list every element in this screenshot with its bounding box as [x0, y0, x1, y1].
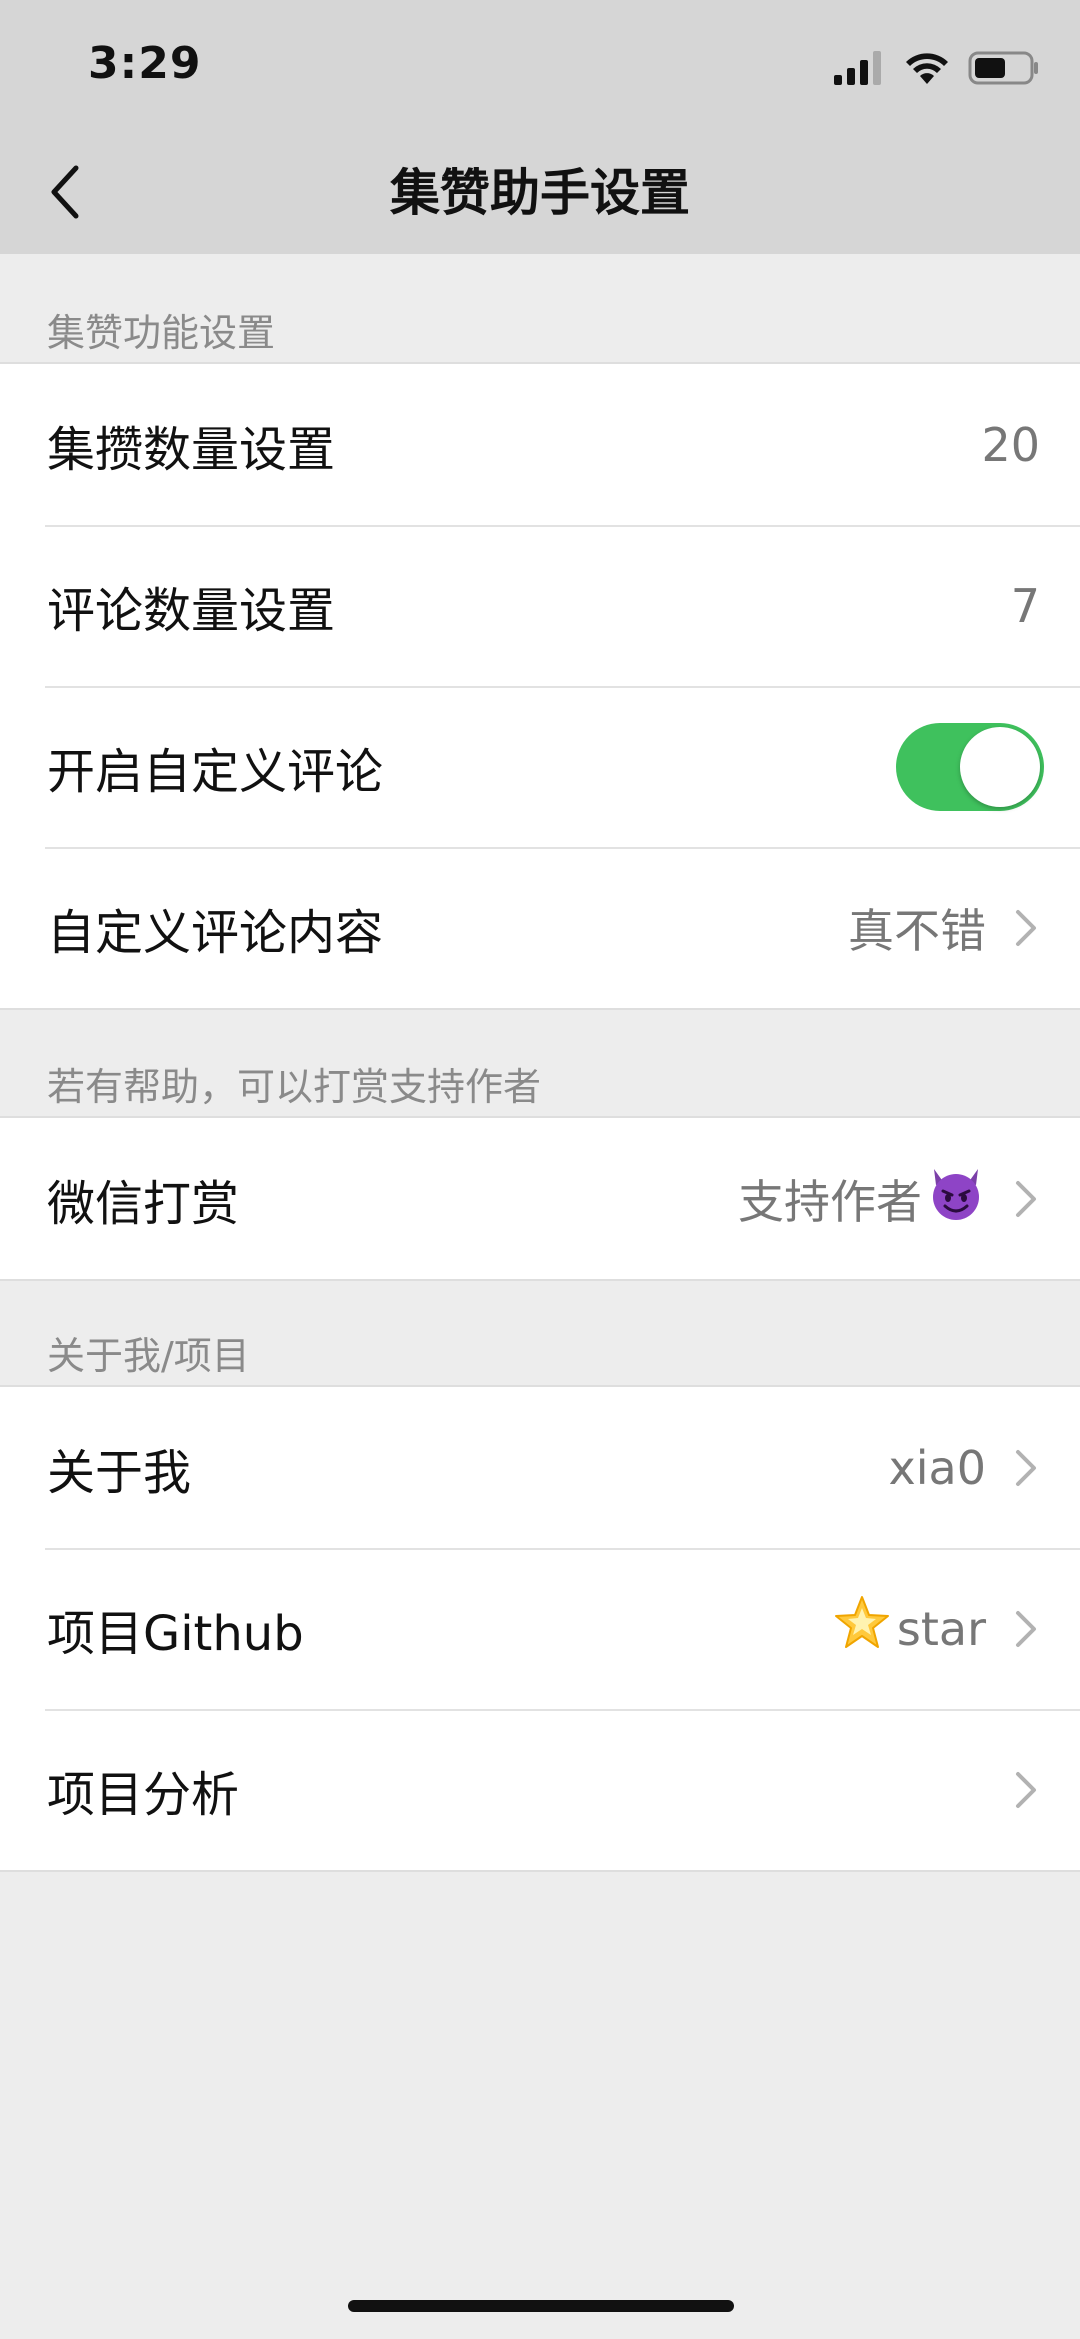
toggle-knob [960, 726, 1040, 807]
row-label: 集攒数量设置 [47, 421, 336, 478]
project-github-row[interactable]: 项目Github star [0, 1548, 1080, 1709]
chevron-right-icon [1012, 1448, 1040, 1488]
row-value: xia0 [888, 1440, 986, 1495]
row-label: 关于我 [47, 1444, 192, 1501]
custom-comment-toggle[interactable] [896, 722, 1044, 811]
row-value-container: star [829, 1594, 986, 1663]
row-label: 微信打赏 [47, 1175, 240, 1232]
page-title: 集赞助手设置 [390, 164, 690, 222]
row-value: 20 [981, 417, 1040, 472]
row-value: 7 [1010, 578, 1040, 633]
battery-icon [968, 51, 1038, 85]
chevron-right-icon [1012, 1609, 1040, 1649]
about-group: 关于我 xia0 项目Github star 项目分析 [0, 1385, 1080, 1872]
home-indicator[interactable] [348, 2300, 734, 2312]
custom-comment-content-row[interactable]: 自定义评论内容 真不错 [0, 847, 1080, 1008]
like-settings-group: 集攒数量设置 20 评论数量设置 7 开启自定义评论 自定义评论内容 真不错 [0, 362, 1080, 1010]
project-analysis-row[interactable]: 项目分析 [0, 1709, 1080, 1870]
section-header-like-settings: 集赞功能设置 [47, 311, 276, 355]
row-label: 自定义评论内容 [47, 904, 384, 961]
wifi-icon [906, 53, 948, 84]
back-arrow-icon [51, 165, 79, 219]
row-value: 支持作者 [738, 1174, 922, 1229]
row-label: 项目Github [47, 1605, 304, 1662]
status-time: 3:29 [88, 38, 202, 89]
star-icon [833, 1594, 891, 1663]
like-count-setting-row[interactable]: 集攒数量设置 20 [0, 364, 1080, 525]
status-bar: 3:29 [0, 0, 1080, 132]
section-header-about: 关于我/项目 [47, 1334, 250, 1378]
section-header-tip: 若有帮助，可以打赏支持作者 [47, 1065, 542, 1109]
status-icons [834, 48, 1040, 88]
nav-bar: 集赞助手设置 [0, 132, 1080, 254]
chevron-right-icon [1012, 908, 1040, 948]
custom-comment-toggle-row: 开启自定义评论 [0, 686, 1080, 847]
tip-group: 微信打赏 支持作者 [0, 1116, 1080, 1281]
row-label: 评论数量设置 [47, 582, 336, 639]
comment-count-setting-row[interactable]: 评论数量设置 7 [0, 525, 1080, 686]
signal-icon [834, 51, 881, 85]
chevron-right-icon [1012, 1179, 1040, 1219]
wechat-tip-row[interactable]: 微信打赏 支持作者 [0, 1118, 1080, 1279]
row-value-container: 支持作者 [738, 1163, 986, 1234]
row-value: star [896, 1601, 986, 1656]
row-label: 项目分析 [47, 1766, 240, 1823]
about-me-row[interactable]: 关于我 xia0 [0, 1387, 1080, 1548]
devil-face-icon [926, 1163, 986, 1234]
row-value: 真不错 [848, 903, 986, 958]
row-label: 开启自定义评论 [47, 743, 384, 800]
chevron-right-icon [1012, 1770, 1040, 1810]
back-button[interactable] [30, 152, 100, 232]
